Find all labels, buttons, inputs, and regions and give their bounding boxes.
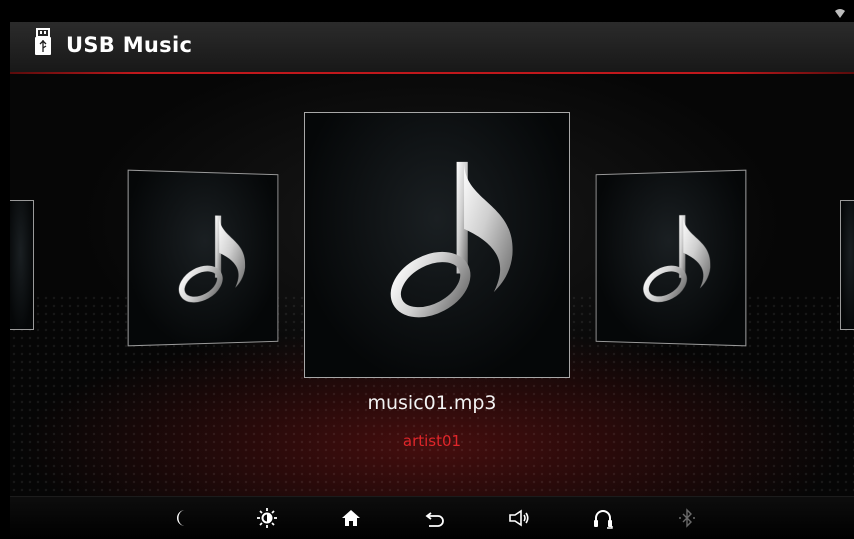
back-button[interactable] [420, 503, 450, 533]
headphone-icon [594, 510, 613, 529]
back-arrow-icon [425, 512, 444, 527]
status-bar [10, 8, 854, 22]
bottom-bar [10, 496, 854, 539]
artist-name: artist01 [402, 432, 462, 450]
track-name: music01.mp3 [367, 392, 497, 414]
moon-icon [177, 510, 185, 526]
album-cover-left[interactable] [127, 169, 279, 347]
album-cover-current[interactable] [304, 112, 570, 378]
album-cover-far-left[interactable] [10, 200, 34, 330]
music-note-icon [345, 147, 531, 333]
speaker-icon [509, 509, 529, 527]
night-mode-button[interactable] [168, 503, 198, 533]
wifi-icon [835, 9, 845, 18]
music-note-icon [619, 206, 721, 312]
screen: USB Music music01.mp3 artist01 [0, 0, 854, 539]
home-icon [342, 510, 360, 526]
headset-button[interactable] [588, 503, 618, 533]
brightness-button[interactable] [252, 503, 282, 533]
album-carousel[interactable]: music01.mp3 artist01 [10, 74, 854, 496]
music-note-icon [153, 206, 255, 312]
bluetooth-button[interactable] [672, 503, 702, 533]
page-title: USB Music [66, 33, 193, 57]
bluetooth-icon [679, 508, 695, 528]
album-cover-right[interactable] [595, 169, 747, 347]
home-button[interactable] [336, 503, 366, 533]
usb-icon [35, 28, 51, 55]
album-cover-far-right[interactable] [840, 200, 854, 330]
sun-icon [257, 508, 277, 528]
volume-button[interactable] [504, 503, 534, 533]
header-bar: USB Music [10, 22, 854, 72]
